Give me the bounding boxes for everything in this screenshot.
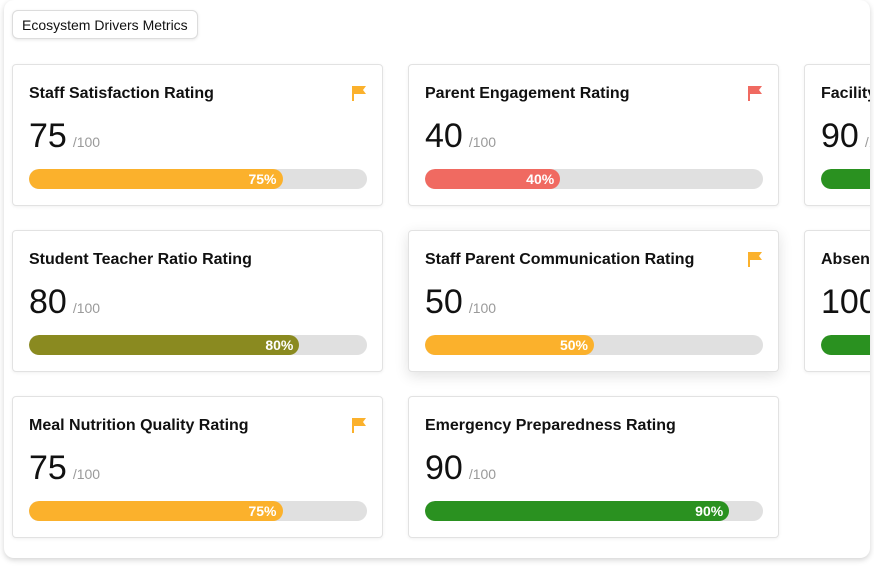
flag-icon xyxy=(746,251,764,267)
progress-track: 80% xyxy=(29,335,367,355)
progress-percent-label: 75% xyxy=(248,171,277,187)
score-value: 75 xyxy=(29,117,67,155)
metric-card-emergency-preparedness[interactable]: Emergency Preparedness Rating 90/100 90% xyxy=(408,396,779,538)
progress-fill: 75% xyxy=(29,169,283,189)
progress-fill xyxy=(821,335,870,355)
metric-card-absence[interactable]: Absen 100/100 xyxy=(804,230,870,372)
flag-icon xyxy=(746,85,764,101)
progress-percent-label: 75% xyxy=(248,503,277,519)
progress-fill: 90% xyxy=(425,501,730,521)
score-value: 40 xyxy=(425,117,463,155)
progress-fill: 75% xyxy=(29,501,283,521)
score-value: 100 xyxy=(821,283,870,321)
metric-card-facility[interactable]: Facility 90/100 xyxy=(804,64,870,206)
flag-icon xyxy=(350,417,368,433)
progress-percent-label: 50% xyxy=(559,337,588,353)
progress-fill: 40% xyxy=(425,169,561,189)
score-denominator: /100 xyxy=(72,300,101,316)
score-denominator: /100 xyxy=(864,134,870,150)
card-title: Emergency Preparedness Rating xyxy=(425,417,676,434)
metric-card-parent-engagement[interactable]: Parent Engagement Rating 40/100 40% xyxy=(408,64,779,206)
metric-card-staff-parent-communication[interactable]: Staff Parent Communication Rating 50/100… xyxy=(408,230,779,372)
progress-track: 75% xyxy=(29,169,367,189)
card-title: Facility xyxy=(821,85,870,102)
card-title: Staff Satisfaction Rating xyxy=(29,85,214,102)
score-value: 90 xyxy=(821,117,859,155)
score-value: 90 xyxy=(425,449,463,487)
metric-card-student-teacher-ratio[interactable]: Student Teacher Ratio Rating 80/100 80% xyxy=(12,230,383,372)
progress-percent-label: 40% xyxy=(526,171,555,187)
card-title: Parent Engagement Rating xyxy=(425,85,630,102)
score-value: 75 xyxy=(29,449,67,487)
card-title: Meal Nutrition Quality Rating xyxy=(29,417,249,434)
progress-track xyxy=(821,335,870,355)
score-value: 80 xyxy=(29,283,67,321)
progress-percent-label: 90% xyxy=(695,503,724,519)
card-title: Student Teacher Ratio Rating xyxy=(29,251,252,268)
flag-icon xyxy=(350,85,368,101)
panel-title-tab[interactable]: Ecosystem Drivers Metrics xyxy=(12,10,198,39)
progress-percent-label: 80% xyxy=(265,337,294,353)
score-denominator: /100 xyxy=(72,466,101,482)
score-denominator: /100 xyxy=(468,300,497,316)
progress-fill xyxy=(821,169,870,189)
card-title: Staff Parent Communication Rating xyxy=(425,251,695,268)
progress-track: 50% xyxy=(425,335,763,355)
card-title: Absen xyxy=(821,251,870,268)
metric-card-staff-satisfaction[interactable]: Staff Satisfaction Rating 75/100 75% xyxy=(12,64,383,206)
progress-track: 75% xyxy=(29,501,367,521)
progress-fill: 80% xyxy=(29,335,300,355)
score-denominator: /100 xyxy=(468,134,497,150)
progress-track xyxy=(821,169,870,189)
score-denominator: /100 xyxy=(468,466,497,482)
metric-card-meal-nutrition[interactable]: Meal Nutrition Quality Rating 75/100 75% xyxy=(12,396,383,538)
metrics-panel: Ecosystem Drivers Metrics Staff Satisfac… xyxy=(4,0,870,558)
score-denominator: /100 xyxy=(72,134,101,150)
progress-track: 40% xyxy=(425,169,763,189)
score-value: 50 xyxy=(425,283,463,321)
progress-track: 90% xyxy=(425,501,763,521)
progress-fill: 50% xyxy=(425,335,594,355)
